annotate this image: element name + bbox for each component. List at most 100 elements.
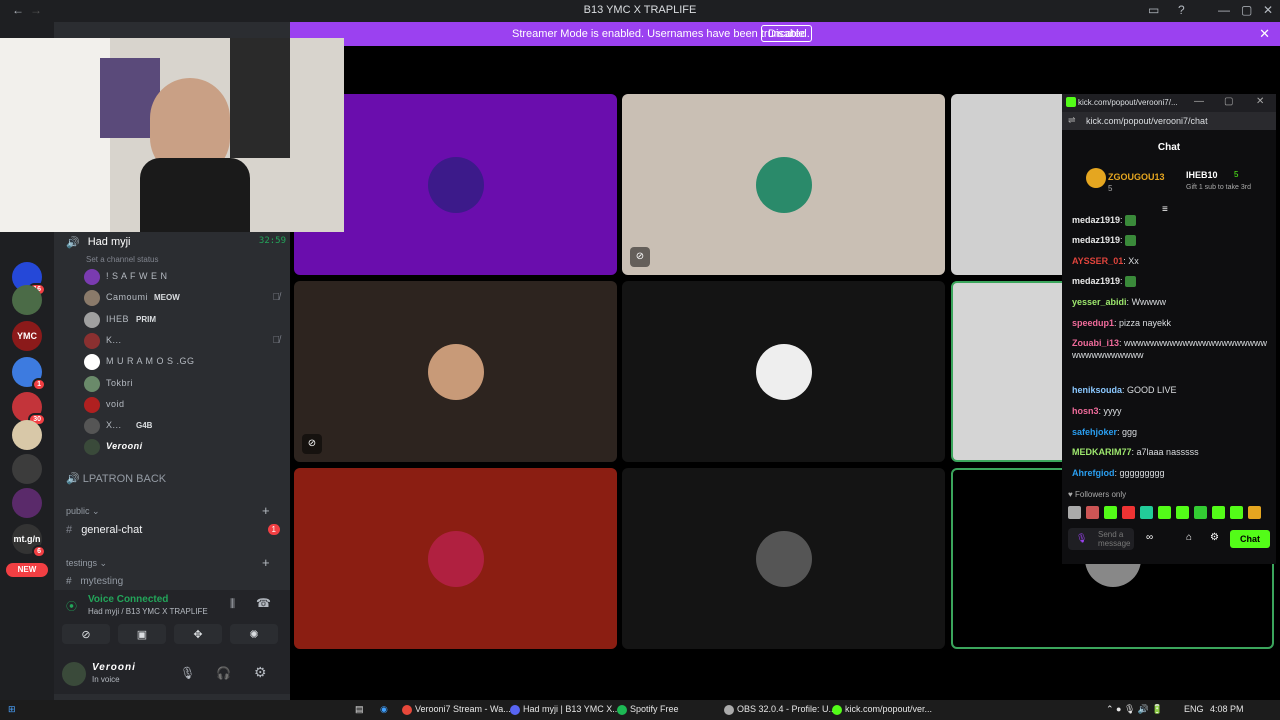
voice-member[interactable]: Tokbri xyxy=(62,373,286,395)
headphones-icon[interactable]: 🎧 xyxy=(216,666,231,680)
add-channel-icon[interactable]: + xyxy=(262,555,270,570)
chat-settings-icon[interactable]: ⚙ xyxy=(1210,532,1219,543)
voice-channel-header[interactable]: 🔊 Had myji 32:59 xyxy=(66,236,286,249)
emote-icon[interactable] xyxy=(1158,506,1171,519)
emote-icon[interactable] xyxy=(1248,506,1261,519)
voice-member[interactable]: ! S A F W E N xyxy=(62,266,286,288)
participant-tile[interactable] xyxy=(294,468,617,649)
participant-tile[interactable] xyxy=(622,468,945,649)
channel-mytesting[interactable]: # mytesting xyxy=(66,576,123,588)
app-label: Had myji | B13 YMC X... xyxy=(523,704,620,714)
channel-general-chat[interactable]: # general-chat 1 xyxy=(66,524,286,536)
chat-username[interactable]: heniksouda xyxy=(1072,385,1122,395)
start-icon[interactable]: ⊞ xyxy=(8,704,16,715)
server-icon[interactable] xyxy=(12,420,42,450)
new-badge[interactable]: NEW xyxy=(6,563,48,577)
taskbar-app[interactable]: OBS 32.0.4 - Profile: U... xyxy=(724,704,836,715)
voice-member[interactable]: void xyxy=(62,394,286,416)
voice-location[interactable]: Had myji / B13 YMC X TRAPLIFE xyxy=(88,607,208,616)
taskbar-app[interactable]: Had myji | B13 YMC X... xyxy=(510,704,620,715)
chat-username[interactable]: Ahrefgiod xyxy=(1072,468,1115,478)
server-icon[interactable]: 1 xyxy=(12,357,46,391)
close-icon[interactable]: ✕ xyxy=(1256,96,1264,107)
site-info-icon[interactable]: ⇌ xyxy=(1068,115,1076,126)
server-icon[interactable]: 30 xyxy=(12,392,46,426)
taskbar-app[interactable]: Spotify Free xyxy=(617,704,679,715)
emote-icon[interactable] xyxy=(1212,506,1225,519)
emote-icon[interactable] xyxy=(1176,506,1189,519)
disable-button[interactable]: Disable xyxy=(761,25,812,42)
emote-icon[interactable] xyxy=(1104,506,1117,519)
voice-member[interactable]: X... G4B xyxy=(62,415,286,437)
emote-icon[interactable] xyxy=(1086,506,1099,519)
inbox-icon[interactable]: ▭ xyxy=(1148,3,1159,17)
pinned-user-1[interactable]: ZGOUGOU13 xyxy=(1108,172,1165,182)
participant-tile[interactable]: ⊘ xyxy=(294,281,617,462)
add-channel-icon[interactable]: + xyxy=(262,503,270,518)
chat-username[interactable]: hosn3 xyxy=(1072,406,1099,416)
store-icon[interactable]: ⌂ xyxy=(1186,532,1192,543)
taskbar-app[interactable]: Verooni7 Stream - Wa... xyxy=(402,704,511,715)
chat-username[interactable]: medaz1919 xyxy=(1072,276,1120,286)
activities-button[interactable]: ✥ xyxy=(174,624,222,644)
server-icon[interactable]: YMC xyxy=(12,321,42,351)
chat-username[interactable]: medaz1919 xyxy=(1072,235,1120,245)
emote-icon[interactable] xyxy=(1194,506,1207,519)
avatar[interactable] xyxy=(62,662,86,686)
disconnect-icon[interactable]: ☎ xyxy=(256,596,271,610)
soundboard-button[interactable]: ✺ xyxy=(230,624,278,644)
chat-url-bar[interactable]: ⇌ kick.com/popout/verooni7/chat xyxy=(1062,112,1276,130)
channel-status-input[interactable]: Set a channel status xyxy=(86,255,159,264)
camera-button[interactable]: ⊘ xyxy=(62,624,110,644)
emote-icon[interactable] xyxy=(1068,506,1081,519)
link-icon[interactable]: ∞ xyxy=(1146,532,1153,543)
edge-icon[interactable]: ◉ xyxy=(380,704,388,715)
language-indicator[interactable]: ENG xyxy=(1184,704,1204,714)
clock[interactable]: 4:08 PM xyxy=(1210,704,1244,714)
noise-suppression-icon[interactable]: ⫼ xyxy=(230,598,235,611)
emote-icon[interactable] xyxy=(1140,506,1153,519)
channel-lpatron[interactable]: 🔊 LPATRON BACK xyxy=(66,472,166,485)
signal-icon[interactable]: ⦿ xyxy=(66,598,77,614)
emote-icon[interactable] xyxy=(1230,506,1243,519)
microphone-icon[interactable]: 🎙 xyxy=(180,666,195,680)
chat-username[interactable]: speedup1 xyxy=(1072,318,1114,328)
taskbar-app[interactable]: kick.com/popout/ver... xyxy=(832,704,932,715)
minimize-icon[interactable]: — xyxy=(1194,96,1204,107)
chat-username[interactable]: MEDKARIM77 xyxy=(1072,447,1132,457)
emote-icon[interactable] xyxy=(1122,506,1135,519)
category-public[interactable]: public ⌄ + xyxy=(66,503,270,518)
settings-gear-icon[interactable]: ⚙ xyxy=(254,664,267,681)
file-explorer-icon[interactable]: ▤ xyxy=(355,704,364,715)
server-icon[interactable]: mt.g/n 6 xyxy=(12,524,46,558)
voice-member[interactable]: Verooni xyxy=(62,436,286,458)
close-banner-icon[interactable]: ✕ xyxy=(1259,26,1270,42)
participant-tile[interactable]: ⊘ xyxy=(622,94,945,275)
help-icon[interactable]: ? xyxy=(1178,3,1185,17)
participant-tile[interactable] xyxy=(622,281,945,462)
close-window-icon[interactable]: ✕ xyxy=(1263,3,1273,17)
chat-username[interactable]: AYSSER_01 xyxy=(1072,256,1123,266)
chat-input[interactable]: 🎙 Send a message xyxy=(1068,528,1134,550)
screen-share-button[interactable]: ▣ xyxy=(118,624,166,644)
maximize-icon[interactable]: ▢ xyxy=(1241,3,1252,17)
server-icon[interactable] xyxy=(12,454,42,484)
tray-icons[interactable]: ⌃ ● 🎙 🔊 🔋 xyxy=(1106,704,1163,715)
emote-bar[interactable] xyxy=(1068,506,1268,520)
chat-username[interactable]: yesser_abidi xyxy=(1072,297,1127,307)
voice-member[interactable]: M U R A M O S .GG xyxy=(62,351,286,373)
server-icon[interactable] xyxy=(12,488,42,518)
pinned-user-2[interactable]: IHEB10 xyxy=(1186,170,1218,180)
voice-member[interactable]: IHEB PRIM xyxy=(62,309,286,331)
voice-member[interactable]: K... 🎙̸ xyxy=(62,330,286,352)
chat-username[interactable]: Zouabi_i13 xyxy=(1072,338,1119,348)
category-testings[interactable]: testings ⌄ + xyxy=(66,555,270,570)
voice-member[interactable]: Camoumi MEOW 🎙̸ xyxy=(62,287,286,309)
chat-username[interactable]: safehjoker xyxy=(1072,427,1117,437)
minimize-icon[interactable]: — xyxy=(1218,3,1230,17)
voice-status[interactable]: Voice Connected xyxy=(88,594,168,605)
chat-username[interactable]: medaz1919 xyxy=(1072,215,1120,225)
send-chat-button[interactable]: Chat xyxy=(1230,530,1270,548)
server-icon[interactable] xyxy=(12,285,42,315)
maximize-icon[interactable]: ▢ xyxy=(1224,96,1233,107)
